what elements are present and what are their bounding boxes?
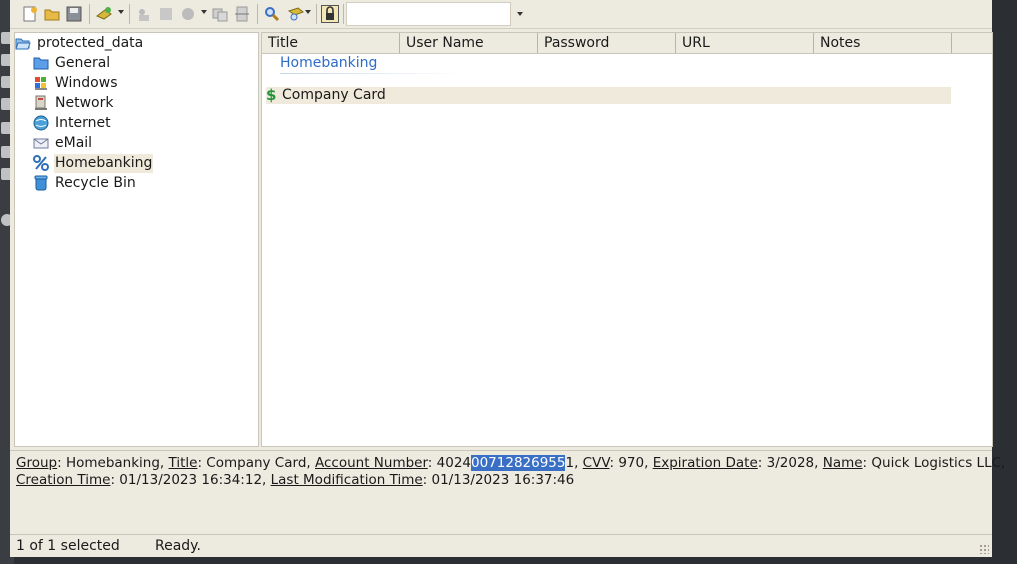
resize-grip[interactable] — [979, 544, 989, 554]
lock-icon[interactable] — [320, 4, 340, 24]
entry-details-pane: Group: Homebanking, Title: Company Card,… — [10, 450, 1005, 533]
column-notes[interactable]: Notes — [814, 33, 952, 53]
chevron-down-icon — [517, 12, 523, 16]
network-server-icon — [33, 95, 49, 111]
copy-username-icon[interactable] — [210, 4, 230, 24]
open-folder-icon — [15, 35, 31, 51]
new-database-icon[interactable] — [20, 4, 40, 24]
add-entry-dropdown-icon[interactable] — [118, 10, 124, 14]
details-group-value: Homebanking — [65, 455, 160, 471]
tree-item-label: eMail — [55, 135, 93, 151]
envelope-icon — [33, 135, 49, 151]
tree-item-label: Homebanking — [54, 154, 154, 173]
details-name-label: Name — [822, 455, 863, 471]
details-name-value: Quick Logistics LLC, — [871, 455, 1006, 471]
table-row[interactable]: $ Company Card — [266, 86, 951, 104]
entry-title: Company Card — [282, 87, 386, 103]
windows-icon — [33, 75, 49, 91]
details-account-suffix: 1 — [565, 455, 575, 471]
details-created-value: 01/13/2023 16:34:12 — [119, 472, 263, 488]
search-options-icon[interactable] — [286, 4, 306, 24]
edit-entry-icon[interactable] — [156, 4, 176, 24]
tree-item-label: Network — [55, 95, 114, 111]
details-modified-value: 01/13/2023 16:37:46 — [431, 472, 575, 488]
column-title[interactable]: Title — [262, 33, 400, 53]
column-password[interactable]: Password — [538, 33, 676, 53]
details-created-label: Creation Time — [16, 472, 111, 488]
details-cvv-label: CVV — [582, 455, 610, 471]
quick-search-input[interactable] — [346, 2, 528, 26]
details-group-label: Group — [16, 455, 58, 471]
delete-dropdown-icon[interactable] — [201, 10, 207, 14]
entry-list: Title User Name Password URL Notes Homeb… — [261, 32, 993, 447]
keepassx-window: protected_data General Windows Network I… — [10, 0, 1005, 557]
status-bar: 1 of 1 selected Ready. — [10, 534, 992, 557]
details-cvv-value: 970 — [618, 455, 645, 471]
details-line-2: Creation Time: 01/13/2023 16:34:12, Last… — [16, 472, 575, 488]
details-title-label: Title — [168, 455, 198, 471]
tree-item-label: Recycle Bin — [55, 175, 136, 191]
save-database-icon[interactable] — [64, 4, 84, 24]
details-account-selection[interactable]: 00712826955 — [471, 455, 566, 471]
folder-icon — [33, 55, 49, 71]
add-entry-icon[interactable] — [94, 4, 114, 24]
column-url[interactable]: URL — [676, 33, 814, 53]
tree-item-label: protected_data — [37, 35, 144, 51]
view-entry-icon[interactable] — [134, 4, 154, 24]
details-modified-label: Last Modification Time — [270, 472, 423, 488]
status-text: Ready. — [155, 538, 201, 554]
quick-search-dropdown[interactable] — [510, 2, 529, 26]
selection-count: 1 of 1 selected — [16, 538, 120, 554]
copy-password-icon[interactable] — [232, 4, 252, 24]
toolbar — [10, 0, 992, 29]
column-username[interactable]: User Name — [400, 33, 538, 53]
group-separator-label: Homebanking — [280, 55, 378, 71]
dollar-icon: $ — [266, 86, 277, 104]
search-dropdown-icon[interactable] — [305, 10, 311, 14]
list-header: Title User Name Password URL Notes — [262, 33, 992, 54]
percent-icon — [33, 155, 49, 171]
tree-item-label: Windows — [55, 75, 118, 91]
details-expiration-label: Expiration Date — [652, 455, 758, 471]
details-title-value: Company Card — [206, 455, 307, 471]
group-separator-line — [280, 73, 463, 74]
find-icon[interactable] — [262, 4, 282, 24]
trash-icon — [33, 175, 49, 191]
details-line-1: Group: Homebanking, Title: Company Card,… — [16, 455, 1006, 471]
tree-item-label: Internet — [55, 115, 111, 131]
details-account-prefix: 4024 — [436, 455, 471, 471]
open-database-icon[interactable] — [42, 4, 62, 24]
details-expiration-value: 3/2028 — [766, 455, 815, 471]
tree-item-label: General — [55, 55, 111, 71]
delete-entry-icon[interactable] — [178, 4, 198, 24]
group-tree: protected_data General Windows Network I… — [14, 32, 259, 447]
globe-icon — [33, 115, 49, 131]
details-account-label: Account Number — [315, 455, 428, 471]
